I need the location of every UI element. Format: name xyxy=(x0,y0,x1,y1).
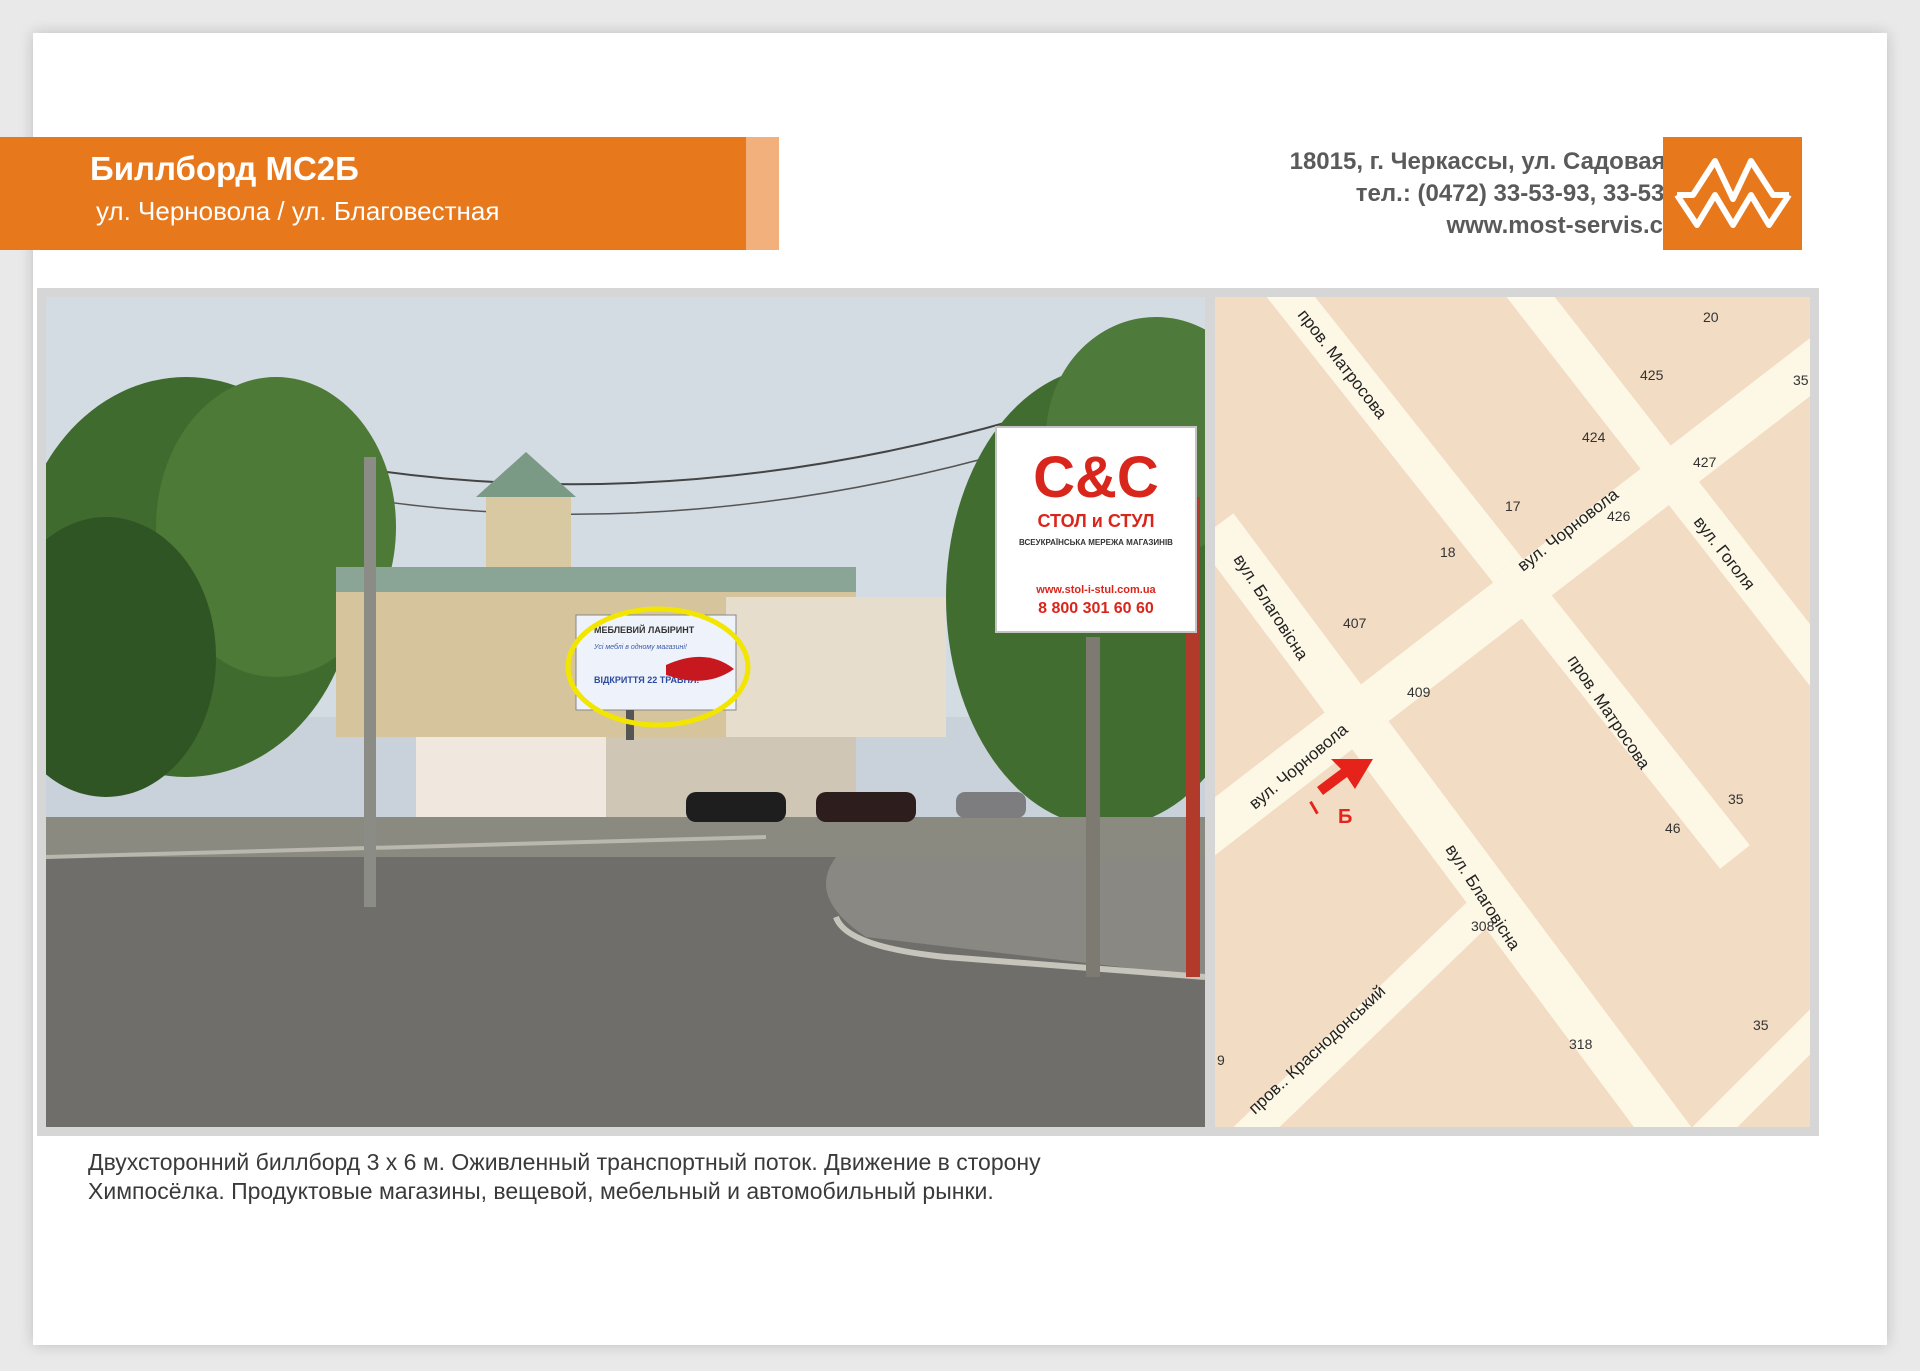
contact-block: 18015, г. Черкассы, ул. Садовая 23 тел.:… xyxy=(1290,146,1699,242)
house-number: 17 xyxy=(1505,498,1521,514)
title-band-accent xyxy=(746,137,779,250)
house-number: 35 xyxy=(1728,791,1744,807)
house-number: 427 xyxy=(1693,454,1717,470)
description-line-1: Двухсторонний биллборд 3 х 6 м. Оживленн… xyxy=(88,1149,1041,1175)
house-number: 308 xyxy=(1471,918,1495,934)
house-number: 409 xyxy=(1407,684,1431,700)
stol-i-stul-billboard: C&C СТОЛ и СТУЛ ВСЕУКРАЇНСЬКА МЕРЕЖА МАГ… xyxy=(995,426,1197,633)
stol-i-stul-line1: СТОЛ и СТУЛ xyxy=(1037,511,1154,531)
contact-address: 18015, г. Черкассы, ул. Садовая 23 xyxy=(1289,148,1699,175)
stol-i-stul-brand: C&C xyxy=(1033,445,1159,510)
stol-i-stul-phone: 8 800 301 60 60 xyxy=(1038,600,1154,617)
location-map: пров. Матросова вул. Чорновола вул. Гого… xyxy=(1215,297,1810,1127)
stol-i-stul-line2: ВСЕУКРАЇНСЬКА МЕРЕЖА МАГАЗИНІВ xyxy=(1019,538,1173,547)
stol-i-stul-site: www.stol-i-stul.com.ua xyxy=(1035,584,1156,596)
marker-side-right: Б xyxy=(1338,806,1352,828)
house-number: 35 xyxy=(1793,372,1809,388)
house-number: 424 xyxy=(1582,429,1606,445)
page-subtitle: ул. Черновола / ул. Благовестная xyxy=(96,196,500,226)
house-number: 35 xyxy=(1753,1017,1769,1033)
contact-phone: тел.: (0472) 33-53-93, 33-53-83 xyxy=(1355,180,1699,207)
page-title: Биллборд МС2Б xyxy=(90,150,359,187)
advertised-billboard-slogan: Усі меблі в одному магазині! xyxy=(593,643,687,651)
house-number: 46 xyxy=(1665,820,1681,836)
house-number: 20 xyxy=(1703,309,1719,325)
billboard-description: Двухсторонний биллборд 3 х 6 м. Оживленн… xyxy=(88,1148,1388,1206)
house-number: 18 xyxy=(1440,544,1456,560)
contact-website[interactable]: www.most-servis.com xyxy=(1290,210,1699,242)
description-line-2: Химпосёлка. Продуктовые магазины, вещево… xyxy=(88,1178,994,1204)
house-number: 425 xyxy=(1640,367,1664,383)
house-number: 318 xyxy=(1569,1036,1593,1052)
advertised-billboard-brand: МЕБЛЕВИЙ ЛАБІРИНТ xyxy=(594,624,695,635)
house-number: 407 xyxy=(1343,615,1367,631)
location-photo: C&C СТОЛ и СТУЛ ВСЕУКРАЇНСЬКА МЕРЕЖА МАГ… xyxy=(46,297,1205,1127)
house-number: 9 xyxy=(1217,1052,1225,1068)
house-number: 426 xyxy=(1607,508,1631,524)
company-logo-icon xyxy=(1663,137,1802,250)
